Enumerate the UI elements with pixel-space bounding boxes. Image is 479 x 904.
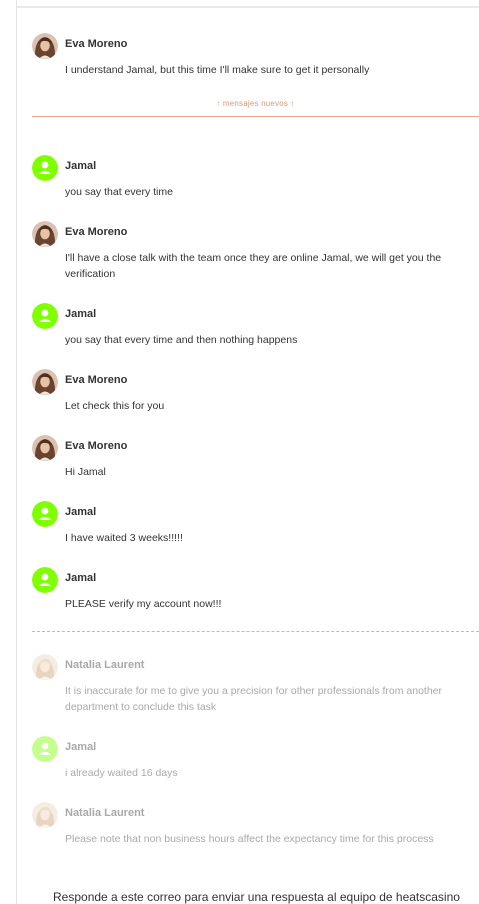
messages-faded-group: Natalia Laurent It is inaccurate for me t… (32, 653, 479, 847)
message-text: Hi Jamal (65, 466, 106, 478)
message-text: I understand Jamal, but this time I'll m… (65, 64, 370, 76)
top-border (16, 6, 479, 8)
message-item: Eva Moreno I understand Jamal, but this t… (32, 32, 479, 78)
message-text: PLEASE verify my account now!!! (65, 598, 222, 610)
message-author: Jamal (65, 741, 97, 753)
message-thread: Eva Moreno I understand Jamal, but this t… (32, 32, 479, 847)
avatar-eva-moreno (32, 435, 58, 461)
message-item: Natalia Laurent Please note that non busi… (32, 801, 479, 847)
message-item: Jamal you say that every time and then no… (32, 302, 479, 348)
message-item: Jamal PLEASE verify my account now!!! (32, 566, 479, 612)
message-text: Please note that non business hours affe… (65, 833, 434, 845)
message-author: Eva Moreno (65, 440, 128, 452)
message-author: Eva Moreno (65, 226, 128, 238)
message-author: Jamal (65, 308, 97, 320)
avatar-eva-moreno (32, 221, 58, 247)
user-icon (32, 736, 58, 762)
user-icon (32, 303, 58, 329)
left-border (16, 0, 17, 904)
read-divider (32, 631, 479, 632)
new-messages-separator: ↑ mensajes nuevos ↑ (32, 99, 479, 132)
message-item: Eva Moreno I'll have a close talk with th… (32, 220, 479, 282)
message-item: Jamal you say that every time (32, 154, 479, 200)
message-text: It is inaccurate for me to give you a pr… (65, 685, 443, 713)
messages-new-group: Jamal you say that every time Eva Moreno I… (32, 154, 479, 612)
message-author: Eva Moreno (65, 374, 128, 386)
new-messages-line (32, 116, 479, 117)
new-messages-label: ↑ mensajes nuevos ↑ (216, 99, 295, 108)
message-item: Natalia Laurent It is inaccurate for me t… (32, 653, 479, 715)
message-text: i already waited 16 days (65, 767, 178, 779)
message-text: I'll have a close talk with the team onc… (65, 252, 442, 280)
message-text: you say that every time (65, 186, 173, 198)
message-author: Jamal (65, 160, 97, 172)
message-text: you say that every time and then nothing… (65, 334, 298, 346)
message-author: Natalia Laurent (65, 659, 145, 671)
message-item: Eva Moreno Let check this for you (32, 368, 479, 414)
avatar-eva-moreno (32, 33, 58, 59)
messages-before-group: Eva Moreno I understand Jamal, but this t… (32, 32, 479, 78)
message-item: Jamal I have waited 3 weeks!!!!! (32, 500, 479, 546)
user-icon (32, 501, 58, 527)
message-text: Let check this for you (65, 400, 165, 412)
message-author: Jamal (65, 506, 97, 518)
avatar-eva-moreno (32, 369, 58, 395)
message-author: Eva Moreno (65, 38, 128, 50)
message-item: Eva Moreno Hi Jamal (32, 434, 479, 480)
user-icon (32, 567, 58, 593)
message-item: Jamal i already waited 16 days (32, 735, 479, 781)
avatar-natalia-laurent (32, 802, 58, 828)
avatar-natalia-laurent (32, 654, 58, 680)
message-author: Jamal (65, 572, 97, 584)
message-text: I have waited 3 weeks!!!!! (65, 532, 183, 544)
user-icon (32, 155, 58, 181)
reply-instructions: Responde a este correo para enviar una r… (53, 890, 460, 904)
message-author: Natalia Laurent (65, 807, 145, 819)
